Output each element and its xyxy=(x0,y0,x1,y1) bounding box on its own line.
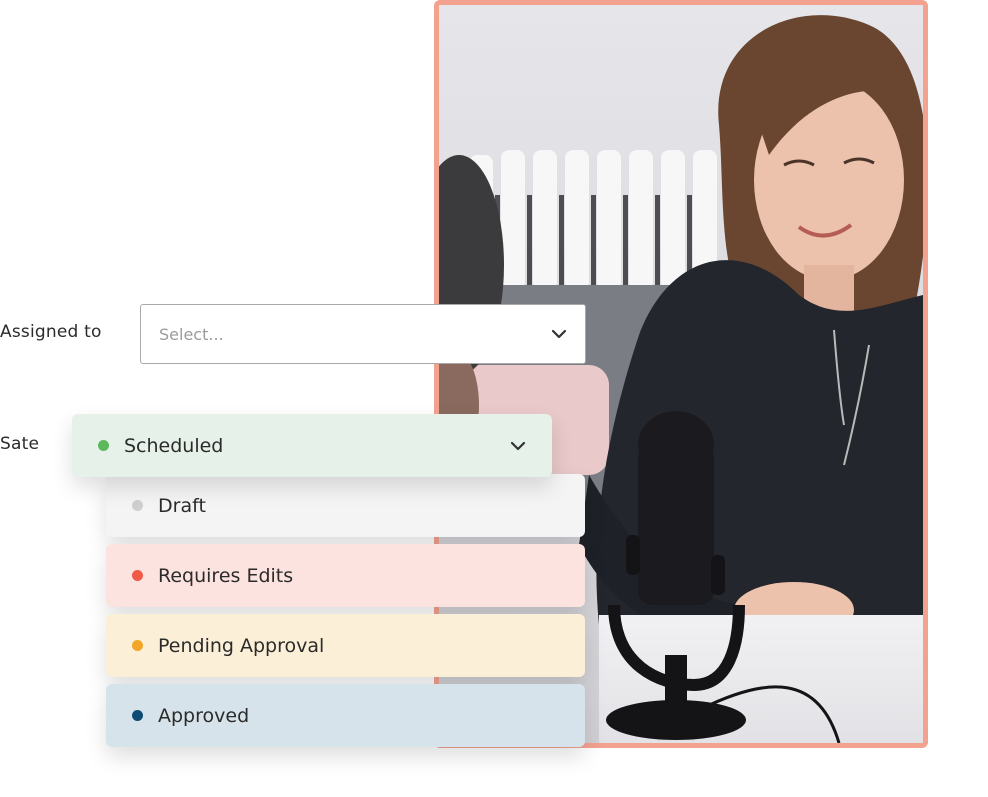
assigned-to-placeholder: Select... xyxy=(159,324,224,344)
status-dot-icon xyxy=(132,640,143,651)
state-option-draft[interactable]: Draft xyxy=(106,474,585,537)
state-option-requires-edits[interactable]: Requires Edits xyxy=(106,544,585,607)
state-selected-label: Scheduled xyxy=(124,434,224,457)
state-option-label: Draft xyxy=(158,494,206,517)
status-dot-icon xyxy=(132,500,143,511)
status-dot-icon xyxy=(98,440,109,451)
state-option-pending-approval[interactable]: Pending Approval xyxy=(106,614,585,677)
chevron-down-icon xyxy=(551,329,567,339)
state-option-approved[interactable]: Approved xyxy=(106,684,585,747)
chevron-down-icon xyxy=(510,441,526,450)
state-option-label: Approved xyxy=(158,704,250,727)
status-dot-icon xyxy=(132,710,143,721)
state-option-label: Requires Edits xyxy=(158,564,294,587)
assigned-to-select[interactable]: Select... xyxy=(140,304,586,364)
state-dropdown[interactable]: Scheduled xyxy=(72,414,552,477)
state-label: Sate xyxy=(0,434,40,454)
status-dot-icon xyxy=(132,570,143,581)
state-option-label: Pending Approval xyxy=(158,634,325,657)
assigned-to-label: Assigned to xyxy=(0,322,102,342)
